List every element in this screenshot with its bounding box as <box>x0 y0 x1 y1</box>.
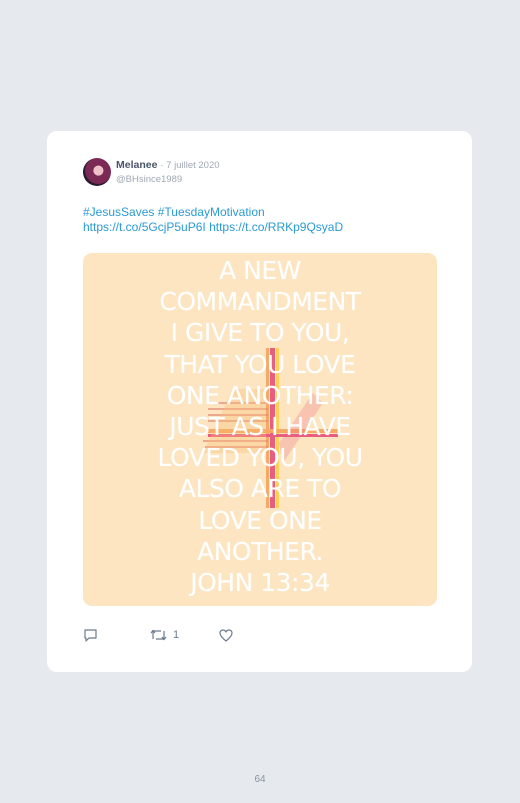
heart-icon <box>219 628 233 642</box>
tweet-text: #JesusSaves #TuesdayMotivation https://t… <box>83 205 443 235</box>
verse-line: THAT YOU LOVE <box>164 349 356 379</box>
hashtag-link[interactable]: #TuesdayMotivation <box>158 205 265 219</box>
verse-line: LOVED YOU, YOU <box>157 443 363 473</box>
author-name[interactable]: Melanee <box>116 159 157 171</box>
author-handle[interactable]: @BHsince1989 <box>116 174 182 185</box>
verse-line: I GIVE TO YOU, <box>170 318 350 348</box>
retweet-button[interactable]: 1 <box>150 627 179 643</box>
verse-line: JUST AS I HAVE <box>169 412 351 442</box>
hashtag-link[interactable]: #JesusSaves <box>83 205 154 219</box>
tweet-media-image[interactable]: A NEW COMMANDMENT I GIVE TO YOU, THAT YO… <box>83 253 437 606</box>
page-number: 64 <box>254 774 266 785</box>
reply-icon <box>84 629 97 642</box>
reply-button[interactable] <box>83 627 104 643</box>
retweet-count: 1 <box>173 629 180 641</box>
avatar[interactable] <box>83 158 111 186</box>
retweet-icon <box>150 629 167 641</box>
tweet-date[interactable]: 7 juillet 2020 <box>166 160 219 171</box>
like-button[interactable] <box>219 627 239 643</box>
author-line: Melanee · 7 juillet 2020 <box>116 159 220 171</box>
verse-line: LOVE ONE <box>198 505 322 535</box>
verse-line: A NEW <box>219 256 301 285</box>
verse-line: ONE ANOTHER: <box>166 380 354 410</box>
tweet-card: Melanee · 7 juillet 2020 @BHsince1989 #J… <box>47 131 472 672</box>
verse-line: COMMANDMENT <box>159 287 361 317</box>
verse-text: A NEW COMMANDMENT I GIVE TO YOU, THAT YO… <box>83 255 437 598</box>
verse-line: JOHN 13:34 <box>190 568 330 598</box>
url-link[interactable]: https://t.co/5GcjP5uP6I <box>83 220 206 234</box>
separator: · <box>160 160 164 171</box>
verse-line: ALSO ARE TO <box>178 474 342 504</box>
url-link[interactable]: https://t.co/RRKp9QsyaD <box>209 220 343 234</box>
verse-line: ANOTHER. <box>197 536 323 566</box>
